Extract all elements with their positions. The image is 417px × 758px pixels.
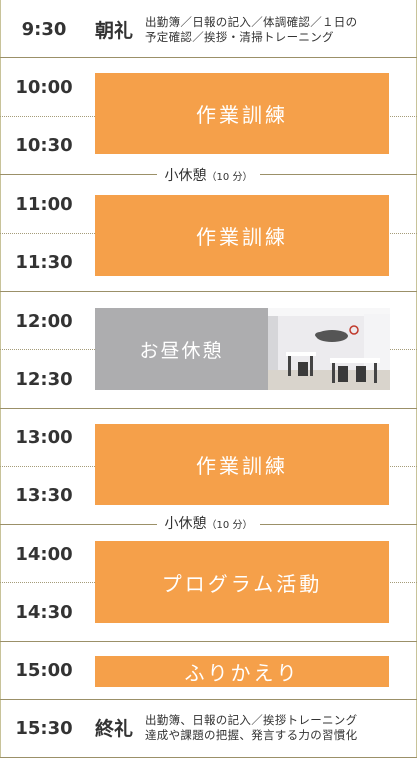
break-label: 小休憩 [164,168,207,184]
office-photo-icon [268,308,390,390]
time-label: 14:30 [15,602,73,623]
training-block: 作業訓練 [95,73,389,154]
training-block: 作業訓練 [95,424,389,505]
closing-meeting-title: 終礼 [95,718,134,740]
time-label: 11:30 [15,252,73,273]
time-label: 15:30 [15,718,73,739]
time-label: 13:00 [15,427,73,448]
morning-meeting-desc: 出勤簿／日報の記入／体調確認／１日の 予定確認／挨拶・清掃トレーニング [145,15,405,45]
review-block: ふりかえり [95,656,389,687]
time-label: 10:30 [15,135,73,156]
short-break: 小休憩（10 分） [0,167,417,187]
divider [0,699,417,700]
time-label: 12:00 [15,311,73,332]
closing-meeting-desc: 出勤簿、日報の記入／挨拶トレーニング 達成や課題の把握、発言する力の習慣化 [145,713,405,743]
break-duration: （10 分） [206,172,253,183]
morning-desc-line1: 出勤簿／日報の記入／体調確認／１日の [145,15,358,29]
time-label: 15:00 [15,660,73,681]
time-label: 13:30 [15,485,73,506]
divider [0,291,417,292]
time-label: 14:00 [15,544,73,565]
program-block: プログラム活動 [95,541,389,623]
break-label: 小休憩 [164,516,207,532]
closing-desc-line2: 達成や課題の把握、発言する力の習慣化 [145,728,358,742]
divider [0,641,417,642]
morning-meeting-title: 朝礼 [95,20,134,42]
time-label: 10:00 [15,77,73,98]
break-duration: （10 分） [206,520,253,531]
training-block: 作業訓練 [95,195,389,276]
closing-desc-line1: 出勤簿、日報の記入／挨拶トレーニング [145,713,358,727]
time-label: 11:00 [15,194,73,215]
time-label: 12:30 [15,369,73,390]
lunch-block: お昼休憩 [95,308,268,390]
short-break: 小休憩（10 分） [0,515,417,535]
time-label: 9:30 [21,19,67,40]
divider [0,408,417,409]
divider [0,57,417,58]
morning-desc-line2: 予定確認／挨拶・清掃トレーニング [145,30,334,44]
